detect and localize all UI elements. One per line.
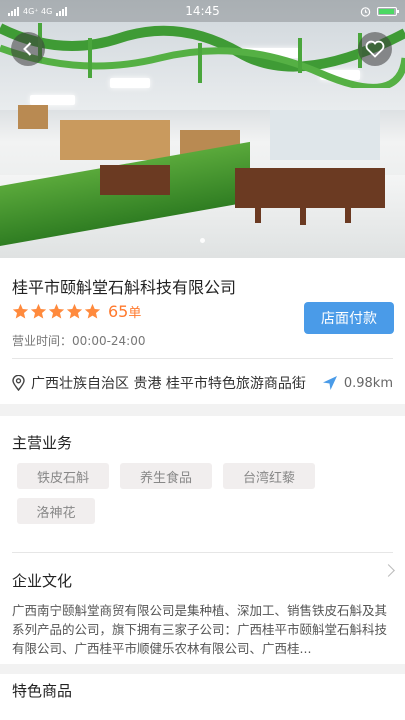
favorite-button[interactable] [358,32,392,66]
signal-icon [56,6,68,16]
star-icon [30,303,47,319]
chair-leg [300,205,306,225]
hero-image[interactable] [0,0,405,258]
carousel-indicator [0,238,405,243]
status-bar: 4G⁺ 4G 14:45 [0,0,405,22]
shop-name: 桂平市颐斛堂石斛科技有限公司 [12,278,237,297]
featured-title: 特色商品 [12,682,73,700]
carousel-dot [200,238,205,243]
address-text: 广西壮族自治区 贵港 桂平市特色旅游商品街 [31,376,306,392]
rating-row: 65单 [12,302,141,321]
chair-leg [255,205,261,223]
orders-number: 65 [108,302,129,321]
culture-description: 广西南宁颐斛堂商贸有限公司是集种植、深加工、销售铁皮石斛及其系列产品的公司，旗下… [12,603,388,656]
store-pay-button[interactable]: 店面付款 [304,302,394,334]
orders-unit: 单 [128,306,142,321]
business-tags: 铁皮石斛 养生食品 台湾红藜 洛神花 [17,463,337,524]
back-button[interactable] [11,32,45,66]
signal-icon [8,6,19,16]
distance-text: 0.98km [343,375,393,391]
ceiling-light [30,95,75,105]
orders-count: 65单 [108,302,141,321]
culture-title[interactable]: 企业文化 [12,570,72,591]
wooden-furniture [235,168,385,208]
network-type: 4G⁺ 4G [23,6,53,16]
business-hours: 营业时间：00:00-24:00 [12,334,146,348]
display-shelf [60,120,170,160]
star-icon [12,303,29,319]
status-right [360,6,399,17]
divider [12,358,393,359]
alarm-icon [360,6,371,17]
business-tag[interactable]: 洛神花 [17,498,95,524]
section-gap [0,664,405,674]
display-shelf [18,105,48,129]
battery-icon [377,6,399,16]
star-icon [84,303,101,319]
back-arrow-icon [23,42,32,56]
business-tag[interactable]: 铁皮石斛 [17,463,109,489]
chair-leg [345,205,351,223]
business-tag[interactable]: 台湾红藜 [223,463,315,489]
navigation-arrow-icon[interactable] [322,375,338,391]
chevron-right-icon[interactable] [382,564,395,577]
business-tag[interactable]: 养生食品 [120,463,212,489]
star-icon [66,303,83,319]
location-pin-icon [12,375,25,391]
heart-icon [365,40,385,58]
address-row[interactable]: 广西壮族自治区 贵港 桂平市特色旅游商品街 0.98km [12,372,393,394]
window-area [270,110,380,160]
section-gap [0,404,405,416]
hanging-vines [0,23,405,88]
network-indicators: 4G⁺ 4G [8,6,68,16]
divider [12,552,393,553]
wooden-furniture [100,165,170,195]
star-icon [48,303,65,319]
main-business-title: 主营业务 [12,434,73,452]
